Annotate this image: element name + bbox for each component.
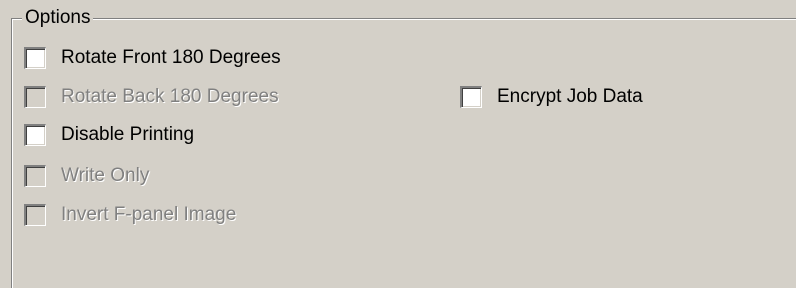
encrypt-job-data-checkbox[interactable] <box>460 86 482 108</box>
write-only-checkbox <box>24 165 46 187</box>
disable-printing-label[interactable]: Disable Printing <box>61 124 194 146</box>
invert-fpanel-label: Invert F-panel Image <box>61 204 237 225</box>
options-group-title: Options <box>22 7 94 29</box>
rotate-front-checkbox[interactable] <box>24 47 46 69</box>
encrypt-job-data-label[interactable]: Encrypt Job Data <box>497 86 643 108</box>
rotate-front-label[interactable]: Rotate Front 180 Degrees <box>61 47 281 69</box>
invert-fpanel-checkbox <box>24 204 46 226</box>
rotate-back-label: Rotate Back 180 Degrees <box>61 86 279 107</box>
disable-printing-checkbox[interactable] <box>24 124 46 146</box>
rotate-back-checkbox <box>24 86 46 108</box>
write-only-label: Write Only <box>61 165 150 186</box>
